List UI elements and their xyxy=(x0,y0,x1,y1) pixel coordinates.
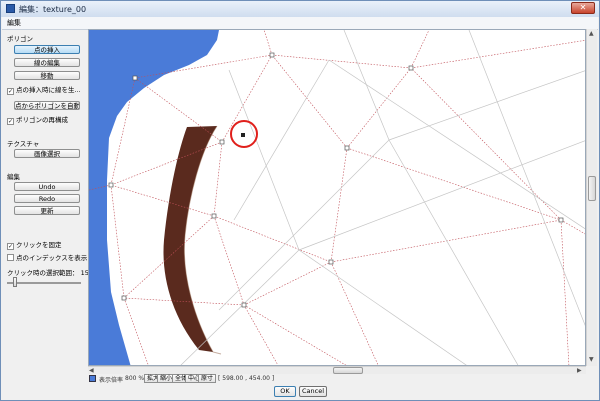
scroll-left-icon[interactable]: ◀ xyxy=(89,367,94,374)
show-index-checkbox[interactable]: 点のインデックスを表示 xyxy=(7,252,87,262)
menu-edit[interactable]: 編集 xyxy=(7,18,21,28)
zoom-value: 800 % xyxy=(125,375,145,382)
tool-panel: ポリゴン 点の挿入 線の編集 移動 ✓ 点の挿入時に線を生... 点からポリゴンを… xyxy=(3,31,101,371)
editor-window: 編集：texture_00 ✕ 編集 ポリゴン 点の挿入 線の編集 移動 ✓ 点の… xyxy=(0,0,600,401)
close-button[interactable]: ✕ xyxy=(571,2,595,14)
horizontal-scrollbar[interactable]: ◀ ▶ xyxy=(88,366,586,374)
scroll-right-icon[interactable]: ▶ xyxy=(577,367,582,374)
mesh-view[interactable] xyxy=(89,30,586,366)
click-range-slider[interactable] xyxy=(7,282,81,284)
fix-click-checkbox[interactable]: ✓ クリックを固定 xyxy=(7,239,62,250)
app-icon xyxy=(6,4,15,13)
checkbox-icon[interactable]: ✓ xyxy=(7,243,14,250)
selected-vertex[interactable] xyxy=(241,133,245,137)
vertical-scroll-thumb[interactable] xyxy=(588,176,596,201)
color-swatch xyxy=(89,375,96,382)
scroll-up-icon[interactable]: ▲ xyxy=(589,30,594,37)
rebuild-polygon-label: ポリゴンの再構成 xyxy=(16,116,68,124)
redo-button[interactable]: Redo xyxy=(14,194,80,203)
background-triangulation xyxy=(180,30,585,365)
edit-section-label: 編集 xyxy=(7,173,20,181)
horizontal-scroll-thumb[interactable] xyxy=(333,367,363,374)
insert-point-button[interactable]: 点の挿入 xyxy=(14,45,80,54)
ok-button[interactable]: OK xyxy=(274,386,296,397)
checkbox-icon[interactable]: ✓ xyxy=(7,88,14,95)
update-button[interactable]: 更新 xyxy=(14,206,80,215)
edit-line-button[interactable]: 線の編集 xyxy=(14,58,80,67)
mesh-lines xyxy=(89,30,585,365)
checkbox-icon[interactable]: ✓ xyxy=(7,118,14,125)
actual-size-button[interactable]: 原寸 xyxy=(198,374,217,383)
slider-thumb[interactable] xyxy=(13,277,17,287)
auto-polygon-button[interactable]: 点からポリゴンを自動... xyxy=(14,101,80,110)
cancel-button[interactable]: Cancel xyxy=(299,386,327,397)
polygon-section-label: ポリゴン xyxy=(7,35,33,43)
cursor-coordinates: [ 598.00 , 454.00 ] xyxy=(218,375,275,382)
auto-line-checkbox[interactable]: ✓ 点の挿入時に線を生... xyxy=(7,84,81,95)
blue-region xyxy=(89,30,219,365)
texture-section-label: テクスチャ xyxy=(7,140,40,148)
scroll-down-icon[interactable]: ▼ xyxy=(589,356,594,363)
undo-button[interactable]: Undo xyxy=(14,182,80,191)
auto-line-label: 点の挿入時に線を生... xyxy=(16,86,81,94)
status-bar: 表示倍率 800 % 拡大 縮小 全体 中心 原寸 [ 598.00 , 454… xyxy=(88,374,586,384)
zoom-label: 表示倍率 xyxy=(99,377,124,384)
title-bar: 編集：texture_00 ✕ xyxy=(1,1,599,17)
move-button[interactable]: 移動 xyxy=(14,71,80,80)
brown-stroke-shape xyxy=(163,126,217,352)
show-index-label: 点のインデックスを表示 xyxy=(16,254,88,262)
window-title: 編集：texture_00 xyxy=(19,5,87,14)
rebuild-polygon-checkbox[interactable]: ✓ ポリゴンの再構成 xyxy=(7,114,68,125)
select-image-button[interactable]: 画像選択 xyxy=(14,149,80,158)
checkbox-icon[interactable] xyxy=(7,254,14,261)
texture-canvas[interactable] xyxy=(88,29,586,366)
click-range-row: クリック時の選択範囲： 15 pi.. xyxy=(7,267,101,277)
vertical-scrollbar[interactable]: ▲ ▼ xyxy=(586,29,597,366)
click-range-label: クリック時の選択範囲： xyxy=(7,269,79,277)
fix-click-label: クリックを固定 xyxy=(16,241,62,249)
